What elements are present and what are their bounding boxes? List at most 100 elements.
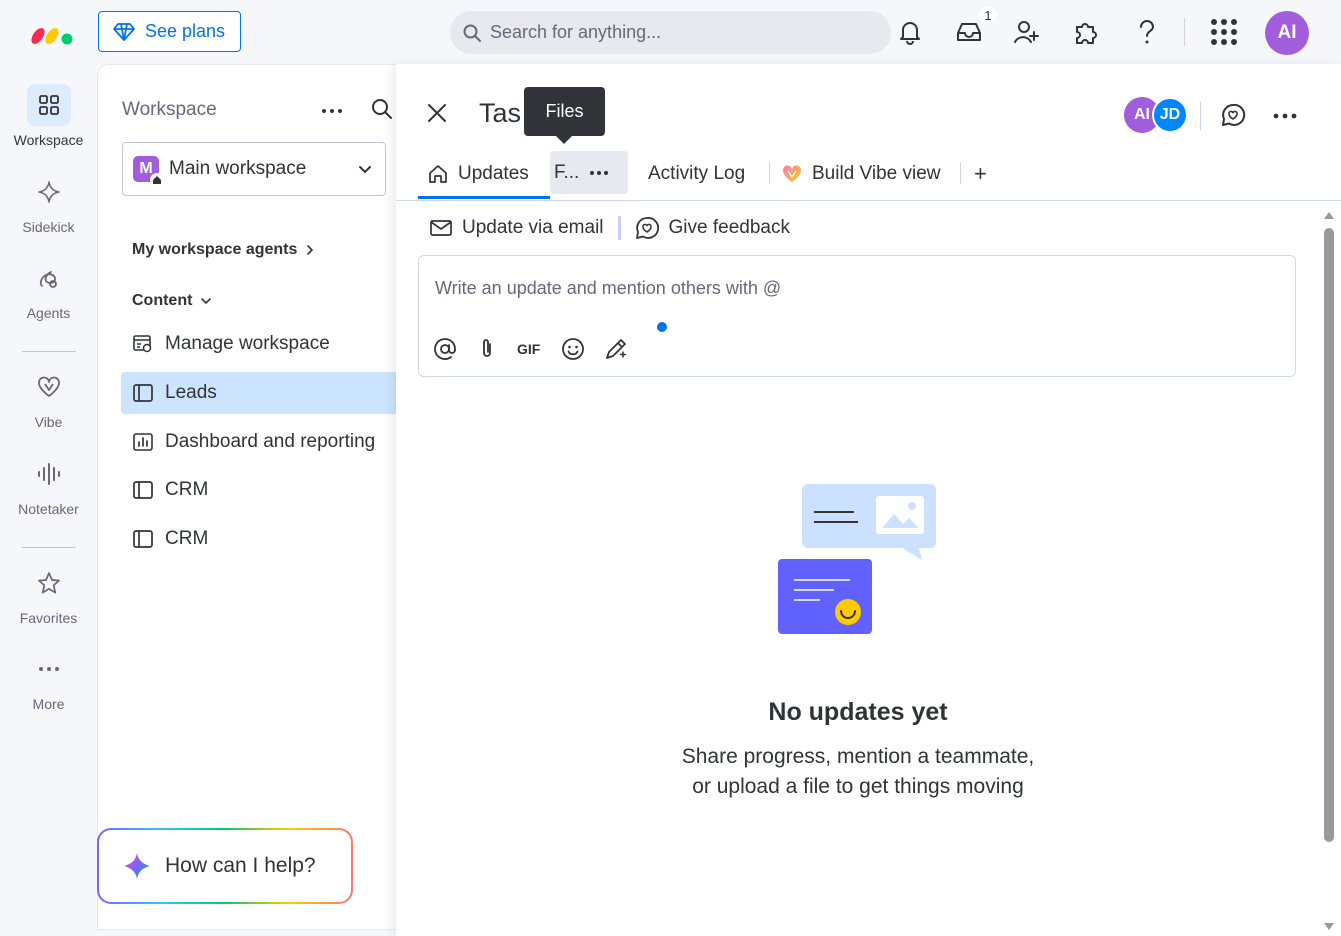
more-dots-icon <box>27 648 71 690</box>
content-section-label: Content <box>132 292 193 309</box>
sidebar-item-dashboard[interactable]: Dashboard and reporting <box>121 421 398 463</box>
scrollbar-thumb[interactable] <box>1324 228 1334 842</box>
tab-vibe-label: Build Vibe view <box>812 162 941 184</box>
board-icon <box>133 530 153 548</box>
mention-icon[interactable] <box>433 337 457 361</box>
tab-updates[interactable]: Updates <box>428 150 529 197</box>
sidebar-item-crm[interactable]: CRM <box>121 518 398 560</box>
sidebar-item-label: CRM <box>165 479 209 500</box>
monday-logo-icon[interactable] <box>30 20 74 46</box>
email-icon <box>430 220 452 236</box>
rail-item-agents[interactable]: Agents <box>0 257 97 321</box>
topbar-divider <box>1184 18 1185 46</box>
vibe-heart-icon <box>27 366 71 408</box>
tab-files[interactable]: F... <box>550 151 628 194</box>
sidebar-options-button[interactable] <box>320 99 344 128</box>
sidebar-item-label: Leads <box>165 382 217 403</box>
rail-item-workspace[interactable]: Workspace <box>0 84 97 148</box>
ai-writer-icon[interactable] <box>603 336 629 362</box>
workspace-badge: M <box>133 156 164 187</box>
gif-button[interactable]: GIF <box>517 341 543 357</box>
scroll-up-icon[interactable] <box>1323 210 1335 220</box>
question-icon <box>1140 20 1155 44</box>
global-search[interactable] <box>450 11 891 54</box>
workspace-grid-icon <box>26 84 71 126</box>
item-title[interactable]: Tas <box>479 98 521 129</box>
tab-updates-label: Updates <box>458 162 529 184</box>
panel-options-button[interactable] <box>1272 104 1298 133</box>
update-input[interactable] <box>435 278 1255 308</box>
help-button[interactable] <box>1133 18 1161 46</box>
composer-toolbar: GIF <box>433 336 629 362</box>
agents-icon <box>27 257 71 299</box>
workspace-selector[interactable]: M Main workspace <box>122 142 386 196</box>
home-icon <box>429 164 447 183</box>
manage-settings-icon <box>133 335 152 353</box>
update-via-email-button[interactable]: Update via email <box>430 217 604 239</box>
sidebar-search-button[interactable] <box>370 97 394 126</box>
left-rail: Workspace Sidekick Agents Vibe Notetaker… <box>0 64 97 936</box>
content-section-toggle[interactable]: Content <box>132 292 212 310</box>
update-actions: Update via email Give feedback <box>430 216 790 240</box>
empty-state-title: No updates yet <box>768 698 948 726</box>
close-panel-button[interactable] <box>426 102 448 129</box>
invite-members-button[interactable] <box>1013 18 1041 46</box>
dashboard-chart-icon <box>133 433 153 451</box>
rail-label-notetaker: Notetaker <box>18 501 79 517</box>
sidebar-title: Workspace <box>122 99 217 120</box>
workspace-agents-link[interactable]: My workspace agents <box>132 241 315 259</box>
see-plans-button[interactable]: See plans <box>98 11 241 52</box>
attachment-icon[interactable] <box>475 337 499 361</box>
sidebar-item-label: CRM <box>165 528 209 549</box>
update-composer[interactable]: GIF <box>418 255 1296 377</box>
rail-label-workspace: Workspace <box>13 132 84 148</box>
empty-state-line: or upload a file to get things moving <box>692 775 1024 798</box>
board-icon <box>133 384 153 402</box>
subscriber-avatar[interactable]: JD <box>1152 97 1188 133</box>
apps-marketplace-button[interactable] <box>1073 18 1101 46</box>
rail-item-more[interactable]: More <box>0 648 97 712</box>
no-updates-illustration-icon <box>778 484 936 634</box>
add-view-button[interactable]: + <box>974 150 987 197</box>
rail-item-sidekick[interactable]: Sidekick <box>0 171 97 235</box>
tab-divider <box>769 162 770 184</box>
sidebar-item-manage-workspace[interactable]: Manage workspace <box>121 323 398 365</box>
search-icon <box>463 24 481 42</box>
panel-scrollbar[interactable] <box>1321 210 1337 936</box>
search-input[interactable] <box>490 22 870 43</box>
empty-state-line: Share progress, mention a teammate, <box>681 745 1035 768</box>
audio-wave-icon <box>27 453 71 495</box>
more-dots-icon[interactable] <box>589 170 609 176</box>
rail-item-favorites[interactable]: Favorites <box>0 562 97 626</box>
tab-build-vibe-view[interactable]: Build Vibe view <box>782 150 941 197</box>
feedback-chat-icon <box>635 217 659 239</box>
sidebar-item-crm[interactable]: CRM <box>121 469 398 511</box>
notifications-button[interactable] <box>896 18 924 46</box>
files-tooltip: Files <box>524 87 605 144</box>
rail-label-more: More <box>32 696 65 712</box>
chat-heart-icon <box>1222 103 1246 126</box>
conversation-button[interactable] <box>1220 102 1246 133</box>
item-detail-panel: Tas Files AI JD Updates F... Activity Lo… <box>396 64 1341 936</box>
add-user-icon <box>1014 21 1039 43</box>
empty-state-description: Share progress, mention a teammate, or u… <box>396 742 1320 802</box>
actions-divider <box>617 216 621 240</box>
update-email-label: Update via email <box>462 217 604 238</box>
inbox-button[interactable] <box>955 18 983 46</box>
ai-help-label: How can I help? <box>165 854 316 877</box>
user-avatar[interactable]: AI <box>1265 11 1309 55</box>
emoji-icon[interactable] <box>561 337 585 361</box>
star-icon <box>27 562 71 604</box>
sidebar-item-leads[interactable]: Leads <box>121 372 398 414</box>
give-feedback-button[interactable]: Give feedback <box>635 216 790 240</box>
see-plans-label: See plans <box>145 21 226 41</box>
rail-item-vibe[interactable]: Vibe <box>0 366 97 430</box>
ai-help-button[interactable]: How can I help? <box>97 828 353 904</box>
puzzle-icon <box>1076 23 1097 44</box>
tab-activity-log[interactable]: Activity Log <box>648 150 745 197</box>
chevron-down-icon <box>201 298 212 305</box>
close-icon <box>428 104 446 122</box>
product-switcher-button[interactable] <box>1210 18 1238 46</box>
rail-item-notetaker[interactable]: Notetaker <box>0 453 97 517</box>
scroll-down-icon[interactable] <box>1323 922 1335 932</box>
